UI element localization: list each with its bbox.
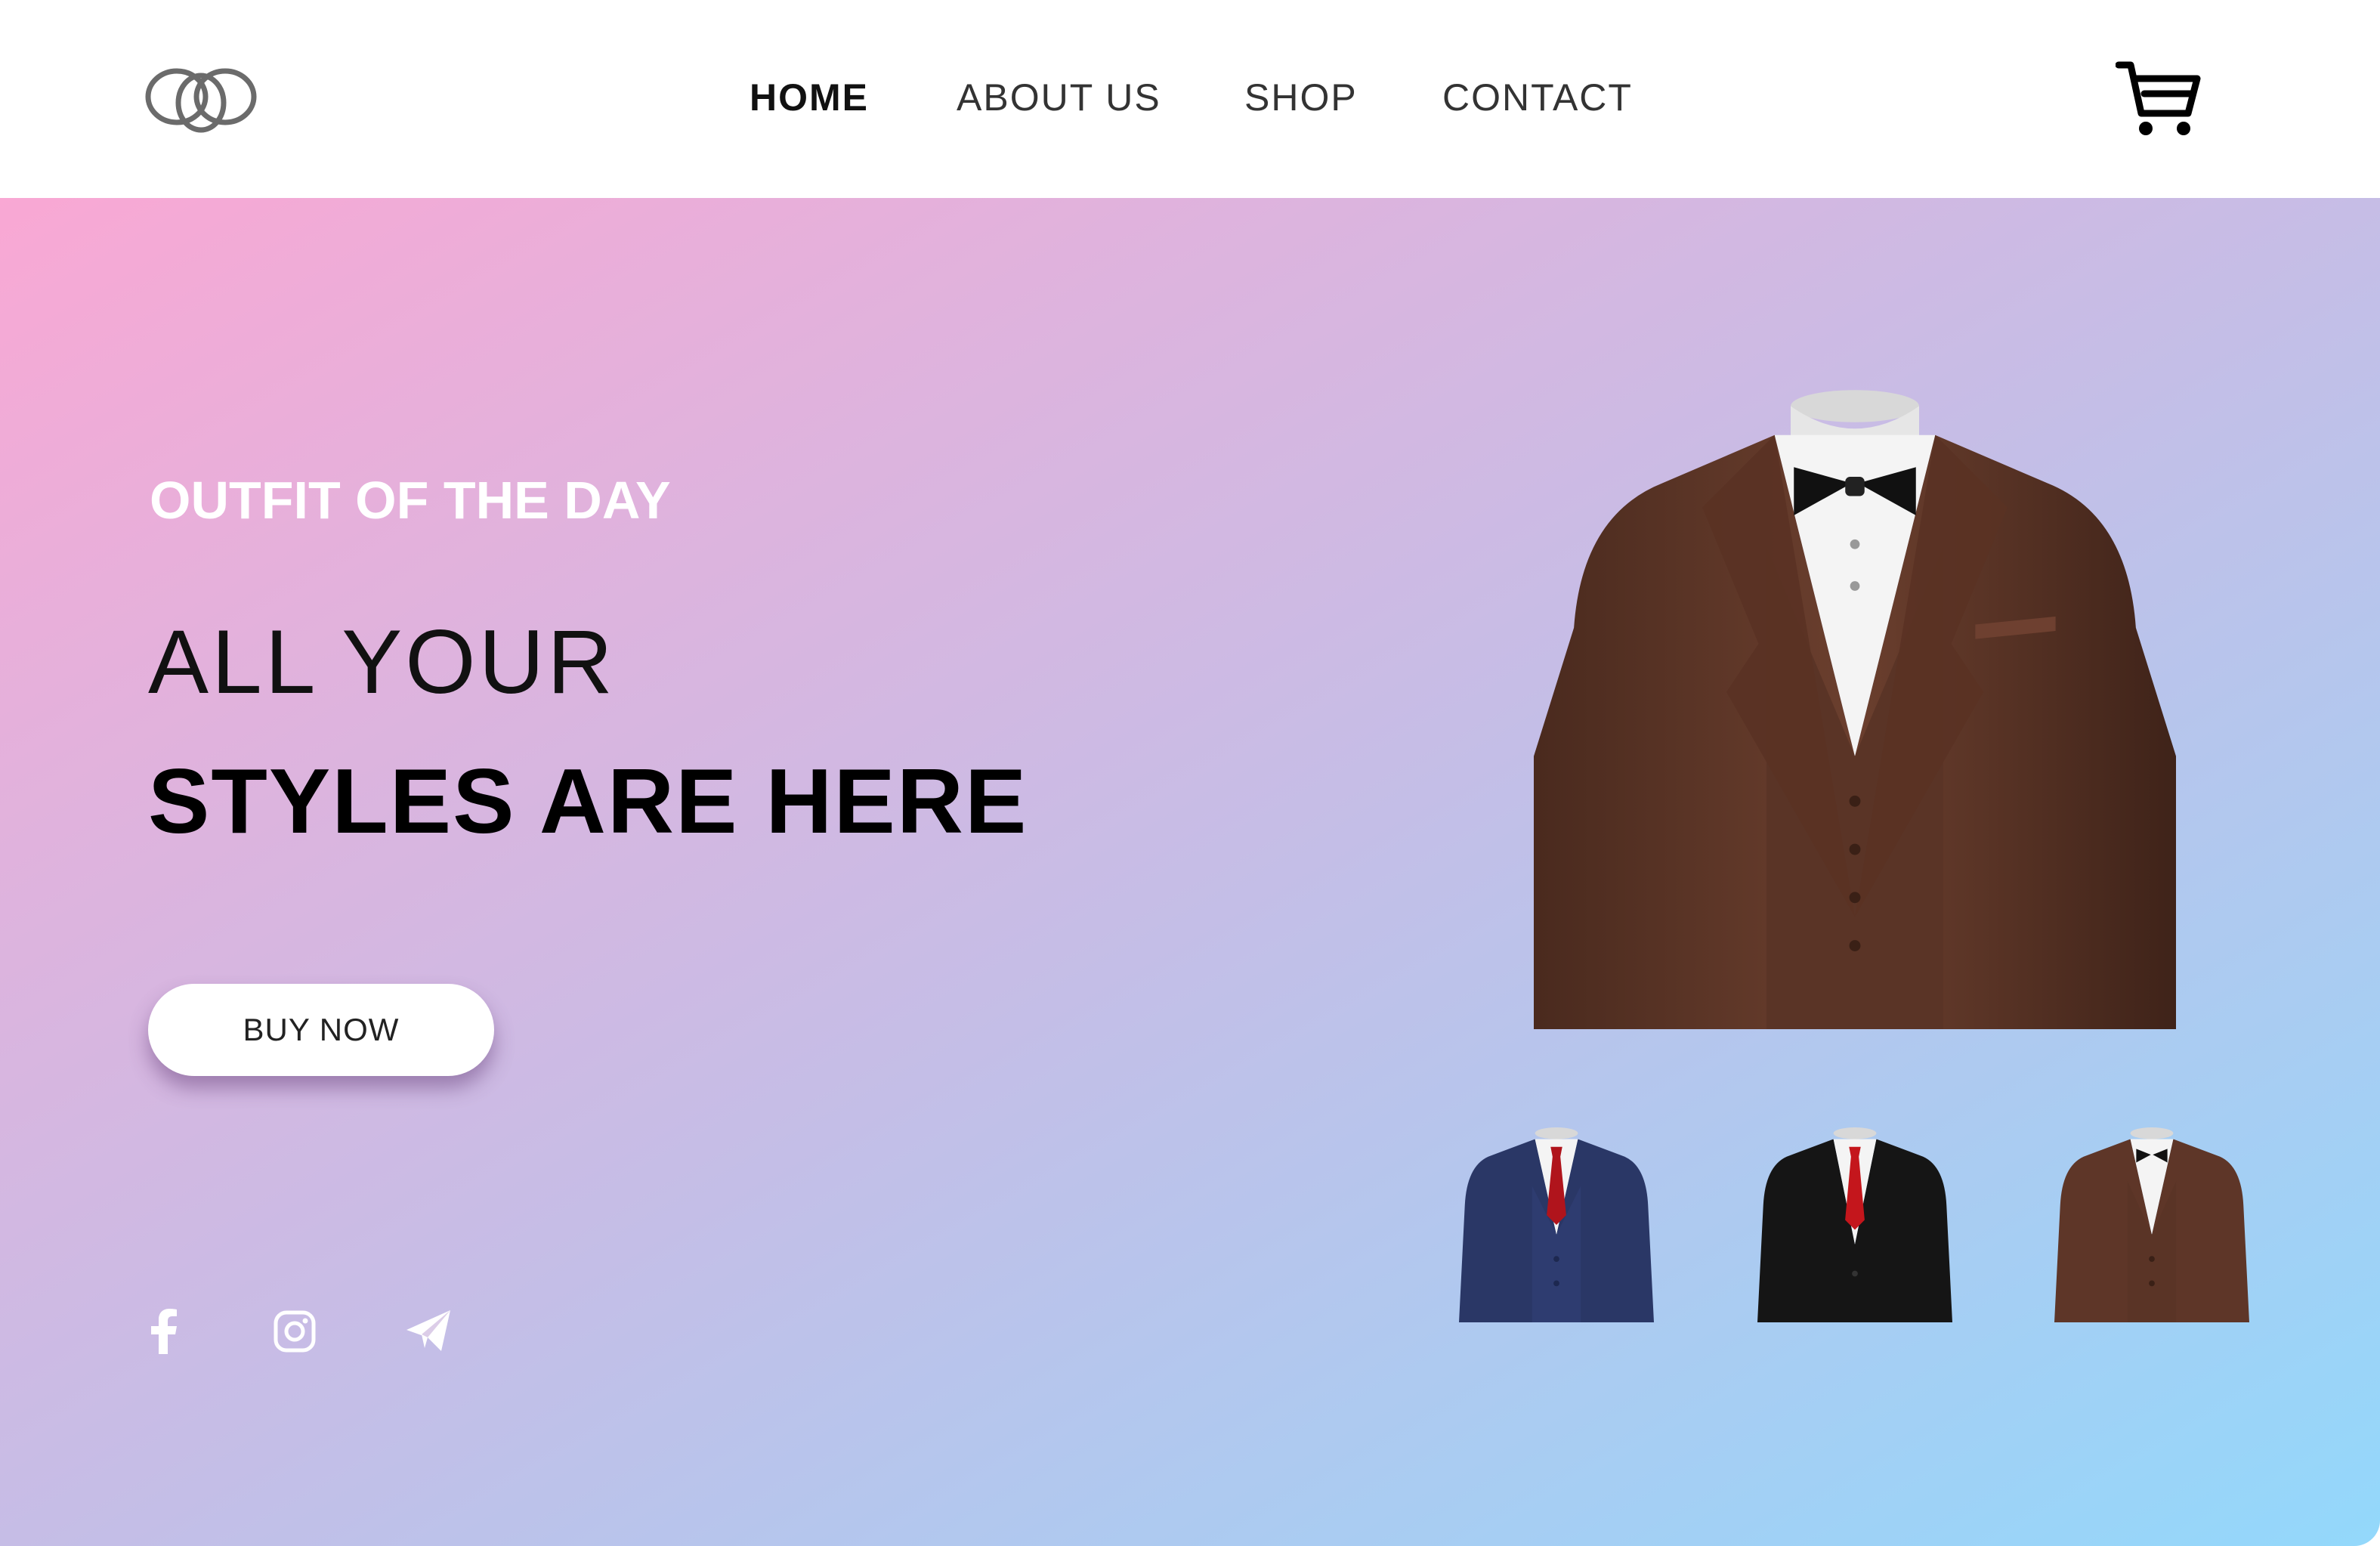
facebook-icon[interactable] <box>145 1309 183 1354</box>
shopping-cart-icon[interactable] <box>2116 60 2202 139</box>
thumbnail-black-suit[interactable] <box>1757 1127 1953 1322</box>
nav-contact[interactable]: CONTACT <box>1442 76 1633 119</box>
hero-section: OUTFIT OF THE DAY ALL YOUR STYLES ARE HE… <box>0 198 2380 1546</box>
nav-shop[interactable]: SHOP <box>1244 76 1358 119</box>
main-nav: HOME ABOUT US SHOP CONTACT <box>0 76 2380 124</box>
buy-now-button[interactable]: BUY NOW <box>148 984 494 1076</box>
hero-headline-line1: ALL YOUR <box>148 611 616 713</box>
featured-suit-image[interactable] <box>1534 387 2176 1029</box>
landing-page: HOME ABOUT US SHOP CONTACT OUTFIT OF THE… <box>0 0 2380 1546</box>
nav-home[interactable]: HOME <box>750 76 869 119</box>
hero-headline-line2: STYLES ARE HERE <box>148 750 1028 852</box>
nav-about-us[interactable]: ABOUT US <box>957 76 1161 119</box>
instagram-icon[interactable] <box>274 1310 316 1353</box>
thumbnail-navy-suit[interactable] <box>1458 1127 1655 1322</box>
telegram-icon[interactable] <box>405 1309 452 1353</box>
hero-eyebrow: OUTFIT OF THE DAY <box>150 471 671 530</box>
site-header: HOME ABOUT US SHOP CONTACT <box>0 0 2380 198</box>
thumbnail-brown-suit[interactable] <box>2054 1127 2250 1322</box>
